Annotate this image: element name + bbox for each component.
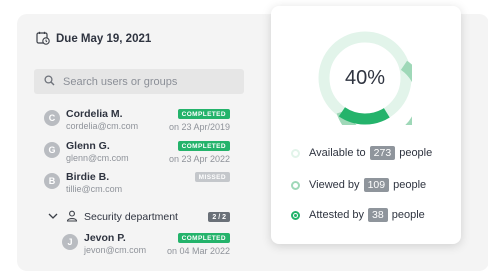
stats-card: 40% Available to 273 people Viewed by 10… xyxy=(271,6,461,244)
avatar: C xyxy=(44,110,60,126)
user-email: jevon@cm.com xyxy=(84,245,147,255)
avatar: G xyxy=(44,142,60,158)
attested-legend-dot xyxy=(291,210,300,220)
group-member-row[interactable]: J Jevon P. jevon@cm.com COMPLETED on 04 … xyxy=(62,232,230,260)
viewed-count: 109 xyxy=(363,178,390,192)
available-count: 273 xyxy=(369,146,396,160)
status-badge: COMPLETED xyxy=(177,233,230,243)
viewed-stat: Viewed by 109 people xyxy=(291,177,426,193)
avatar: B xyxy=(44,173,60,189)
status-badge: COMPLETED xyxy=(177,141,230,151)
attested-suffix: people xyxy=(391,209,425,221)
user-email: cordelia@cm.com xyxy=(66,121,139,131)
search-icon xyxy=(44,74,55,89)
search-input[interactable]: Search users or groups xyxy=(34,69,244,94)
user-name: Cordelia M. xyxy=(66,108,123,120)
available-label: Available to xyxy=(309,147,366,159)
completion-date: on 23 Apr/2019 xyxy=(168,122,230,132)
available-stat: Available to 273 people xyxy=(291,145,432,161)
status-badge: MISSED xyxy=(194,172,230,182)
user-email: glenn@cm.com xyxy=(66,153,129,163)
viewed-legend-dot xyxy=(291,180,300,190)
due-date-label: Due May 19, 2021 xyxy=(56,33,152,45)
user-row[interactable]: B Birdie B. tillie@cm.com MISSED xyxy=(44,171,230,199)
due-date: Due May 19, 2021 xyxy=(36,30,151,48)
viewed-suffix: people xyxy=(393,179,427,191)
attested-stat: Attested by 38 people xyxy=(291,207,425,223)
user-name: Glenn G. xyxy=(66,140,110,152)
status-badge: COMPLETED xyxy=(177,109,230,119)
avatar: J xyxy=(62,234,78,250)
completion-date: on 04 Mar 2022 xyxy=(166,246,230,256)
user-row[interactable]: C Cordelia M. cordelia@cm.com COMPLETED … xyxy=(44,108,230,136)
available-legend-dot xyxy=(291,148,300,158)
group-name: Security department xyxy=(84,211,178,223)
user-email: tillie@cm.com xyxy=(66,184,123,194)
group-count-badge: 2 / 2 xyxy=(208,212,230,222)
available-suffix: people xyxy=(399,147,433,159)
search-placeholder: Search users or groups xyxy=(63,75,178,88)
viewed-label: Viewed by xyxy=(309,179,360,191)
user-row[interactable]: G Glenn G. glenn@cm.com COMPLETED on 23 … xyxy=(44,140,230,168)
group-icon xyxy=(66,210,78,225)
user-name: Birdie B. xyxy=(66,171,110,183)
calendar-clock-icon xyxy=(36,31,50,48)
chevron-down-icon[interactable] xyxy=(48,211,60,223)
completion-date: on 23 Apr 2022 xyxy=(168,154,230,164)
attested-count: 38 xyxy=(368,208,388,222)
attested-label: Attested by xyxy=(309,209,365,221)
user-name: Jevon P. xyxy=(84,232,126,244)
completion-percent: 40% xyxy=(344,66,386,89)
group-row-security[interactable]: Security department 2 / 2 xyxy=(48,209,230,225)
